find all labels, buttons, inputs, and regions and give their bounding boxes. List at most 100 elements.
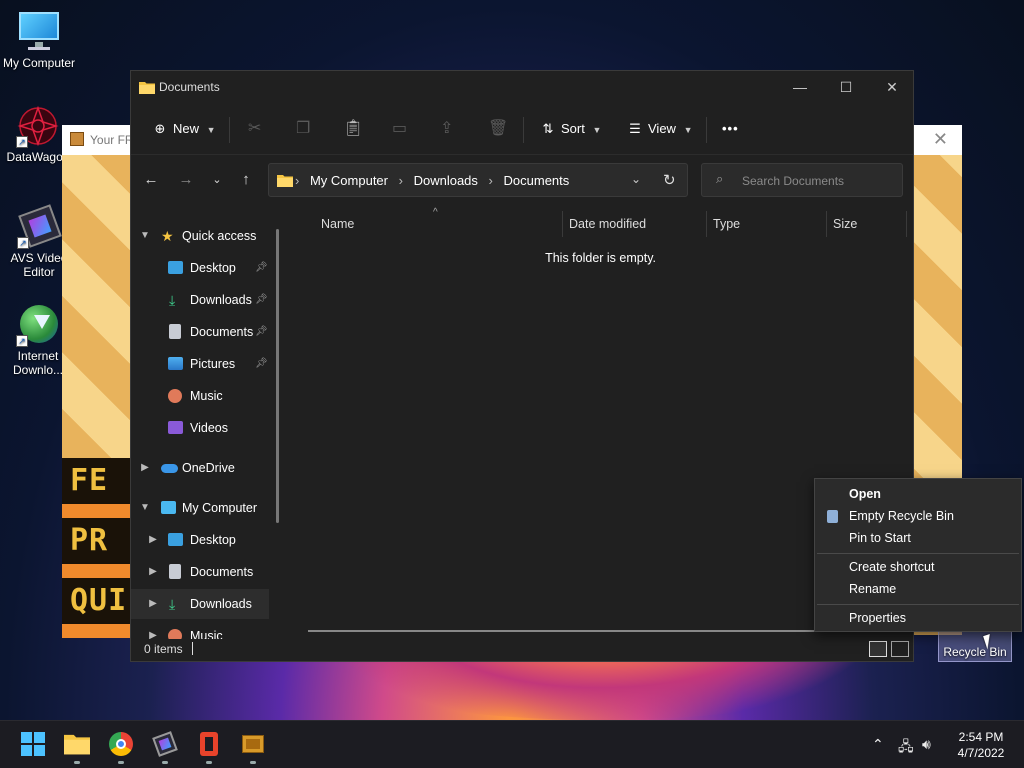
nav-computer-documents[interactable]: ▶ Documents — [131, 557, 269, 587]
paste-icon[interactable]: 📋︎ — [343, 117, 363, 141]
video-editor-icon[interactable] — [152, 731, 178, 757]
column-header-date-modified[interactable]: Date modified — [569, 217, 646, 231]
nav-item-videos[interactable]: Videos — [131, 413, 269, 443]
address-row: ← → ⌄ ↑ › My Computer › Downloads › Docu… — [131, 155, 913, 203]
nav-scrollbar[interactable] — [276, 229, 279, 523]
network-icon[interactable]: 🖧︎ — [898, 736, 914, 760]
explorer-titlebar[interactable]: Documents — ☐ ✕ — [131, 71, 913, 103]
file-explorer-window[interactable]: Documents — ☐ ✕ ⊕ New ▼ ✂ ❐ 📋︎ ▭ ⇪ 🗑︎ ⇅ So… — [130, 70, 914, 662]
menu-item-pin-to-start[interactable]: Pin to Start — [815, 527, 1021, 549]
more-options-button[interactable]: ••• — [722, 117, 739, 141]
copy-icon[interactable]: ❐ — [296, 117, 310, 141]
chevron-up-icon[interactable]: ⌃ — [872, 736, 884, 753]
nav-computer-desktop[interactable]: ▶ Desktop — [131, 525, 269, 555]
breadcrumb-item[interactable]: Downloads — [414, 173, 478, 188]
taskbar: ⌃ 🖧︎ 🔊︎ 2:54 PM 4/7/2022 — [0, 720, 1024, 768]
nav-label: Videos — [190, 421, 228, 435]
share-icon[interactable]: ⇪ — [440, 117, 453, 141]
volume-icon[interactable]: 🔊︎ — [922, 736, 931, 753]
column-divider[interactable] — [826, 211, 827, 237]
menu-item-open[interactable]: Open — [815, 483, 1021, 505]
maximize-button[interactable]: ☐ — [823, 77, 869, 97]
breadcrumb-item[interactable]: My Computer — [310, 173, 388, 188]
pin-icon[interactable]: 📌︎ — [255, 349, 268, 379]
nav-label: Downloads — [190, 597, 252, 611]
column-header-type[interactable]: Type — [713, 217, 740, 231]
rename-icon[interactable]: ▭ — [392, 117, 407, 141]
nav-item-documents[interactable]: Documents 📌︎ — [131, 317, 269, 347]
desktop-icon-my-computer[interactable]: My Computer — [1, 10, 77, 70]
up-arrow-icon[interactable]: ↑ — [235, 169, 257, 191]
pin-icon[interactable]: 📌︎ — [255, 253, 268, 283]
menu-item-empty-recycle-bin[interactable]: Empty Recycle Bin — [815, 505, 1021, 527]
chevron-down-icon: ▼ — [206, 125, 216, 135]
details-view-icon[interactable] — [869, 641, 887, 657]
plus-circle-icon: ⊕ — [154, 121, 166, 136]
file-explorer-icon[interactable] — [64, 731, 90, 757]
nav-item-downloads[interactable]: ⤓ Downloads 📌︎ — [131, 285, 269, 315]
gift-icon — [70, 132, 84, 146]
toolbar-divider — [523, 117, 524, 143]
menu-item-rename[interactable]: Rename — [815, 578, 1021, 600]
menu-separator — [817, 553, 1019, 554]
address-bar[interactable]: › My Computer › Downloads › Documents ⌄ … — [268, 163, 688, 197]
nav-item-music[interactable]: Music — [131, 381, 269, 411]
nav-item-desktop[interactable]: Desktop 📌︎ — [131, 253, 269, 283]
chevron-right-icon: ▶ — [149, 534, 157, 545]
chevron-right-icon: ▶ — [141, 462, 149, 473]
new-button[interactable]: ⊕ New ▼ — [151, 117, 216, 141]
menu-item-create-shortcut[interactable]: Create shortcut — [815, 556, 1021, 578]
column-divider[interactable] — [562, 211, 563, 237]
pictures-icon — [168, 357, 183, 370]
address-dropdown-icon[interactable]: ⌄ — [631, 172, 641, 186]
nav-item-pictures[interactable]: Pictures 📌︎ — [131, 349, 269, 379]
pin-icon[interactable]: 📌︎ — [255, 317, 268, 347]
nav-label: My Computer — [182, 501, 258, 515]
pixel-band — [62, 504, 130, 518]
close-icon[interactable]: ✕ — [933, 129, 948, 150]
horizontal-scrollbar[interactable] — [308, 630, 818, 632]
pin-icon[interactable]: 📌︎ — [255, 285, 268, 315]
close-button[interactable]: ✕ — [869, 77, 915, 97]
menu-item-properties[interactable]: Properties — [815, 607, 1021, 629]
item-count: 0 items — [144, 642, 183, 656]
large-icons-view-icon[interactable] — [891, 641, 909, 657]
search-box[interactable]: ⌕ Search Documents — [701, 163, 903, 197]
nav-my-computer[interactable]: ▼ My Computer — [131, 493, 269, 523]
pixel-word: PR — [62, 518, 130, 564]
column-divider[interactable] — [706, 211, 707, 237]
back-arrow-icon[interactable]: ← — [140, 169, 162, 191]
minimize-button[interactable]: — — [777, 77, 823, 97]
clock[interactable]: 2:54 PM 4/7/2022 — [946, 729, 1016, 761]
monitor-icon — [161, 501, 176, 514]
download-arrow-icon: ⤓ — [169, 292, 176, 308]
nav-computer-downloads[interactable]: ▶ ⤓ Downloads — [131, 589, 269, 619]
breadcrumb: › My Computer › Downloads › Documents — [295, 173, 570, 188]
column-header-name[interactable]: Name — [321, 217, 354, 231]
nav-quick-access[interactable]: ▼ ★ Quick access — [131, 221, 269, 251]
start-icon[interactable] — [20, 731, 46, 757]
datawagon-icon: ↗ — [16, 104, 60, 148]
column-divider[interactable] — [906, 211, 907, 237]
forward-arrow-icon[interactable]: → — [175, 169, 197, 191]
chevron-right-icon: ▶ — [149, 566, 157, 577]
column-header-size[interactable]: Size — [833, 217, 857, 231]
view-list-icon: ☰ — [629, 121, 641, 136]
office-icon[interactable] — [196, 731, 222, 757]
desktop-icon-recycle-bin[interactable]: Recycle Bin — [938, 630, 1012, 662]
nav-label: Documents — [190, 325, 254, 339]
refresh-icon[interactable]: ↻ — [663, 171, 676, 189]
delete-icon[interactable]: 🗑︎ — [488, 117, 508, 141]
recent-chevron-icon[interactable]: ⌄ — [206, 169, 228, 191]
nav-label: Downloads — [190, 293, 252, 307]
sort-button[interactable]: ⇅ Sort ▼ — [539, 117, 602, 141]
running-indicator — [74, 761, 80, 764]
cut-icon[interactable]: ✂ — [248, 117, 261, 141]
view-label: View — [648, 121, 676, 136]
view-button[interactable]: ☰ View ▼ — [626, 117, 692, 141]
chrome-icon[interactable] — [108, 731, 134, 757]
breadcrumb-item[interactable]: Documents — [504, 173, 570, 188]
nav-onedrive[interactable]: ▶ OneDrive — [131, 453, 269, 483]
film-icon: ↗ — [17, 204, 62, 249]
archive-icon[interactable] — [240, 731, 266, 757]
